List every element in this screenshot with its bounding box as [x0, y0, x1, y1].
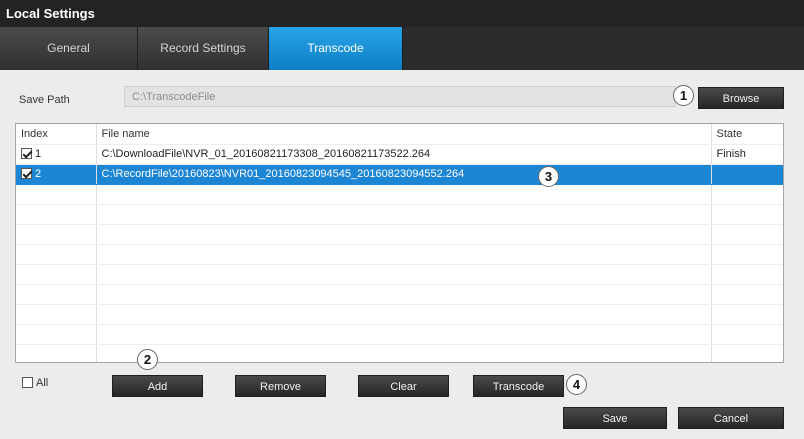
transcode-panel: Save Path 1 Browse Index File name State… [0, 70, 804, 439]
state-cell [710, 164, 783, 185]
table-row-empty [16, 304, 783, 325]
table-header-row: Index File name State [16, 124, 783, 145]
callout-3: 3 [538, 166, 559, 187]
save-path-input[interactable] [124, 86, 676, 107]
table-row[interactable]: 1 C:\DownloadFile\NVR_01_20160821173308_… [16, 144, 783, 165]
add-button[interactable]: Add [112, 375, 203, 397]
row-index: 1 [35, 148, 42, 160]
tab-record-settings[interactable]: Record Settings [138, 27, 269, 70]
tab-transcode[interactable]: Transcode [269, 27, 403, 70]
save-button[interactable]: Save [563, 407, 667, 429]
table-row-empty [16, 284, 783, 305]
select-all-checkbox[interactable] [22, 377, 33, 388]
file-table: Index File name State 1 C:\DownloadFile\… [15, 123, 784, 363]
row-checkbox[interactable] [21, 168, 32, 179]
tab-bar: General Record Settings Transcode [0, 27, 804, 70]
row-checkbox[interactable] [21, 148, 32, 159]
window-title: Local Settings [0, 0, 804, 27]
table-row-empty [16, 184, 783, 205]
select-all[interactable]: All [22, 377, 48, 389]
clear-button[interactable]: Clear [358, 375, 449, 397]
table-row-empty [16, 244, 783, 265]
file-name-text: C:\RecordFile\20160823\NVR01_20160823094… [101, 168, 465, 180]
file-name-cell: C:\RecordFile\20160823\NVR01_20160823094… [95, 164, 711, 185]
table-row-empty [16, 224, 783, 245]
table-row-selected[interactable]: 2 C:\RecordFile\20160823\NVR01_201608230… [16, 164, 783, 185]
select-all-label: All [36, 377, 49, 389]
table-row-empty [16, 264, 783, 285]
table-row-empty [16, 344, 783, 362]
index-cell: 1 [16, 144, 96, 165]
file-name-cell: C:\DownloadFile\NVR_01_20160821173308_20… [95, 144, 711, 165]
save-path-label: Save Path [19, 94, 70, 106]
state-cell: Finish [710, 144, 783, 165]
browse-button[interactable]: Browse [698, 87, 784, 109]
table-row-empty [16, 204, 783, 225]
callout-1: 1 [673, 85, 694, 106]
row-index: 2 [35, 168, 42, 180]
column-header-file-name[interactable]: File name [95, 124, 711, 145]
index-cell: 2 [16, 164, 96, 185]
callout-4: 4 [566, 374, 587, 395]
column-header-state[interactable]: State [710, 124, 783, 145]
column-header-index[interactable]: Index [16, 124, 96, 145]
tab-general[interactable]: General [0, 27, 138, 70]
remove-button[interactable]: Remove [235, 375, 326, 397]
transcode-button[interactable]: Transcode [473, 375, 564, 397]
cancel-button[interactable]: Cancel [678, 407, 784, 429]
callout-2: 2 [137, 349, 158, 370]
table-row-empty [16, 324, 783, 345]
